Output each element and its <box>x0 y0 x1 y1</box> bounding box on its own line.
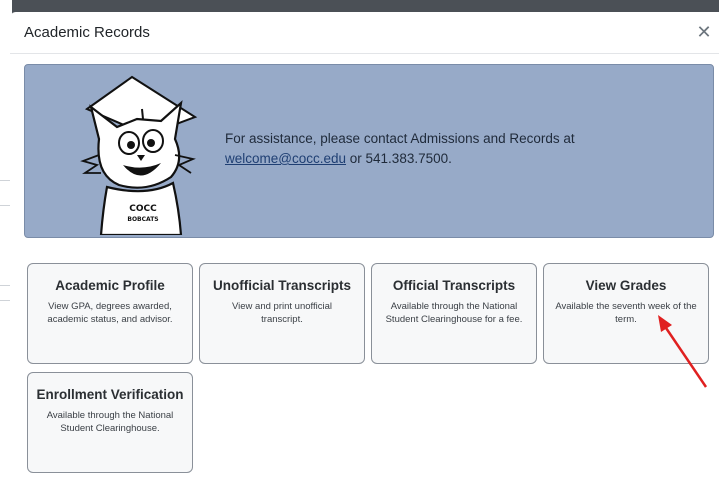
svg-text:BOBCATS: BOBCATS <box>127 216 158 223</box>
background-window-bar <box>0 0 719 12</box>
bobcat-mascot-icon: COCC BOBCATS <box>80 75 198 235</box>
email-link[interactable]: welcome@cocc.edu <box>225 151 346 166</box>
card-title: View Grades <box>585 278 667 293</box>
close-button[interactable]: ✕ <box>695 22 713 42</box>
card-title: Unofficial Transcripts <box>212 278 352 293</box>
academic-records-modal: Academic Records ✕ COCC BOBCATS For assi… <box>10 12 719 482</box>
assistance-text: For assistance, please contact Admission… <box>225 129 695 169</box>
card-description: View GPA, degrees awarded, academic stat… <box>47 301 173 325</box>
assistance-banner: COCC BOBCATS For assistance, please cont… <box>24 64 714 238</box>
card-description: Available through the National Student C… <box>385 301 523 325</box>
red-arrow-icon <box>658 315 708 388</box>
card-title: Academic Profile <box>55 278 165 293</box>
modal-header: Academic Records ✕ <box>10 12 719 54</box>
assistance-intro: For assistance, please contact Admission… <box>225 131 575 146</box>
modal-title: Academic Records <box>24 24 150 41</box>
card-description: Available through the National Student C… <box>46 410 174 434</box>
card-enrollment-verification[interactable]: Enrollment Verification Available throug… <box>27 372 193 473</box>
card-unofficial-transcripts[interactable]: Unofficial Transcripts View and print un… <box>199 263 365 364</box>
card-title: Enrollment Verification <box>36 387 184 402</box>
card-description: View and print unofficial transcript. <box>232 301 332 325</box>
svg-text:COCC: COCC <box>129 204 157 214</box>
phone-text: or 541.383.7500. <box>349 151 452 166</box>
card-title: Official Transcripts <box>392 278 516 293</box>
card-academic-profile[interactable]: Academic Profile View GPA, degrees award… <box>27 263 193 364</box>
card-official-transcripts[interactable]: Official Transcripts Available through t… <box>371 263 537 364</box>
